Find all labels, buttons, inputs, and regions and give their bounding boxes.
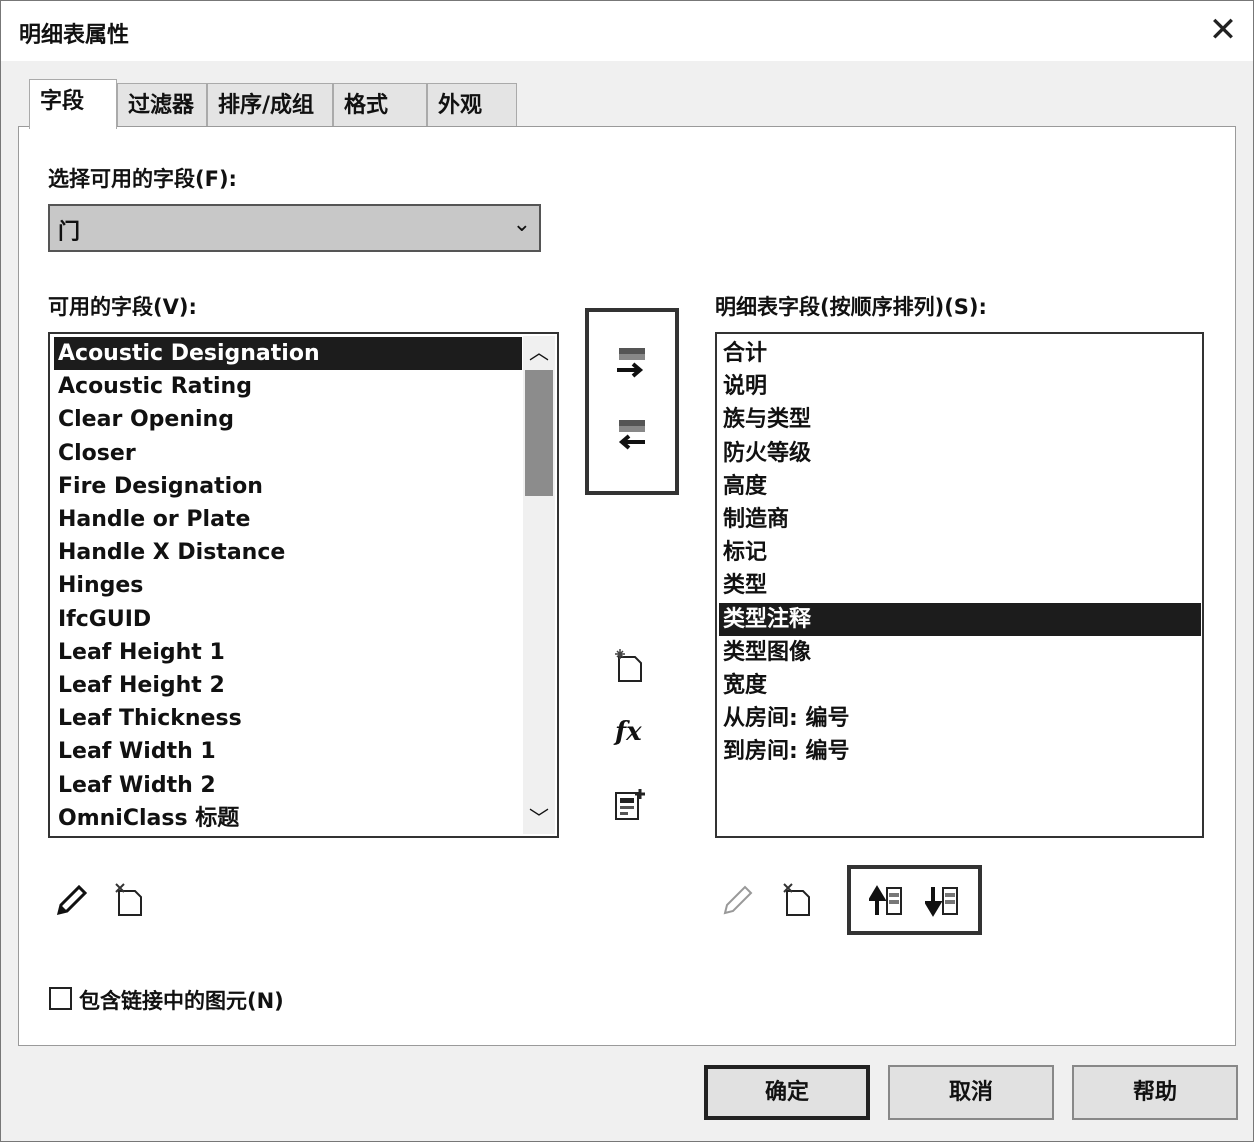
list-item[interactable]: Leaf Width 1 — [54, 735, 522, 768]
schedule-properties-dialog: 明细表属性 ✕ 字段 过滤器 排序/成组 格式 外观 选择可用的字段(F): 门… — [0, 0, 1254, 1142]
delete-schedule-parameter-icon[interactable] — [781, 883, 813, 917]
list-item[interactable]: Fire Designation — [54, 470, 522, 503]
list-item[interactable]: 类型注释 — [719, 602, 1201, 636]
list-item[interactable]: Leaf Thickness — [54, 702, 522, 735]
list-item[interactable]: Clear Opening — [54, 403, 522, 436]
scroll-up-icon[interactable]: ︿ — [523, 336, 555, 368]
tab-sorting-grouping[interactable]: 排序/成组 — [207, 83, 333, 127]
list-item[interactable]: Acoustic Rating — [54, 370, 522, 403]
available-fields-label: 可用的字段(V): — [48, 295, 197, 319]
list-item[interactable]: 合计 — [719, 337, 1201, 370]
select-fields-label: 选择可用的字段(F): — [48, 167, 237, 191]
scroll-down-icon[interactable]: ﹀ — [523, 802, 555, 834]
new-parameter-icon[interactable] — [613, 649, 645, 683]
close-icon[interactable]: ✕ — [1201, 5, 1245, 55]
list-item[interactable]: 类型图像 — [719, 636, 1201, 669]
add-field-icon[interactable] — [613, 344, 651, 382]
list-item[interactable]: 宽度 — [719, 669, 1201, 702]
list-item[interactable]: 制造商 — [719, 503, 1201, 536]
list-item[interactable]: 从房间: 编号 — [719, 702, 1201, 735]
remove-field-icon[interactable] — [613, 416, 651, 454]
list-item[interactable]: IfcGUID — [54, 603, 522, 636]
list-item[interactable]: Leaf Width 2 — [54, 769, 522, 802]
list-item[interactable]: 防火等级 — [719, 437, 1201, 470]
tab-fields[interactable]: 字段 — [29, 79, 117, 129]
edit-parameter-icon[interactable] — [53, 883, 89, 919]
list-item[interactable]: Hinges — [54, 569, 522, 602]
list-item[interactable]: Leaf Height 1 — [54, 636, 522, 669]
scrollbar-thumb[interactable] — [525, 370, 553, 496]
move-down-icon[interactable] — [925, 885, 961, 917]
move-up-down-group — [847, 865, 982, 935]
available-fields-scrollbar[interactable]: ︿ ﹀ — [523, 336, 555, 834]
list-item[interactable]: Handle or Plate — [54, 503, 522, 536]
list-item[interactable]: 类型 — [719, 569, 1201, 602]
list-item[interactable]: Leaf Height 2 — [54, 669, 522, 702]
list-item[interactable]: Acoustic Designation — [54, 337, 522, 370]
help-button[interactable]: 帮助 — [1072, 1065, 1238, 1120]
ok-button[interactable]: 确定 — [704, 1065, 870, 1120]
schedule-fields-label: 明细表字段(按顺序排列)(S): — [715, 295, 987, 319]
include-linked-label: 包含链接中的图元(N) — [79, 989, 284, 1013]
edit-schedule-parameter-icon[interactable] — [719, 883, 755, 919]
schedule-fields-list[interactable]: 合计 说明 族与类型 防火等级 高度 制造商 标记 类型 类型注释 类型图像 宽度 从房间: 编号 到房… — [715, 332, 1204, 838]
add-remove-group — [585, 308, 679, 495]
tab-appearance[interactable]: 外观 — [427, 83, 517, 127]
combine-parameters-icon[interactable] — [613, 787, 647, 821]
category-dropdown[interactable]: 门 ⌄ — [48, 204, 541, 252]
delete-parameter-icon[interactable] — [113, 883, 145, 917]
calculated-value-icon[interactable]: fx — [615, 717, 642, 747]
list-item[interactable]: 族与类型 — [719, 403, 1201, 436]
title-bar: 明细表属性 ✕ — [1, 1, 1253, 61]
list-item[interactable]: Handle X Distance — [54, 536, 522, 569]
dialog-title: 明细表属性 — [19, 23, 130, 48]
tab-formatting[interactable]: 格式 — [333, 83, 427, 127]
category-value: 门 — [58, 220, 81, 245]
list-item[interactable]: 到房间: 编号 — [719, 735, 1201, 768]
chevron-down-icon: ⌄ — [512, 212, 531, 237]
include-linked-checkbox[interactable] — [49, 987, 72, 1010]
cancel-button[interactable]: 取消 — [888, 1065, 1054, 1120]
list-item[interactable]: OmniClass 标题 — [54, 802, 522, 835]
move-up-icon[interactable] — [869, 885, 905, 917]
tab-filter[interactable]: 过滤器 — [117, 83, 207, 127]
list-item[interactable]: 标记 — [719, 536, 1201, 569]
list-item[interactable]: 高度 — [719, 470, 1201, 503]
list-item[interactable]: Closer — [54, 437, 522, 470]
available-fields-list[interactable]: Acoustic Designation Acoustic Rating Clear… — [48, 332, 559, 838]
list-item[interactable]: 说明 — [719, 370, 1201, 403]
